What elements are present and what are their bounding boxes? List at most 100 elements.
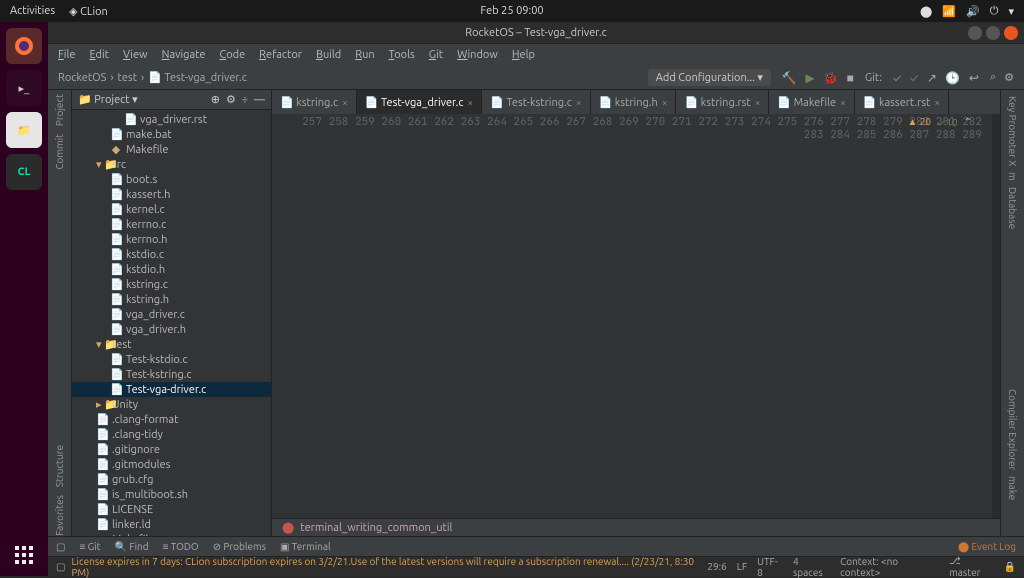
find-tool-tab[interactable]: 🔍 Find [115, 541, 149, 553]
close-tab-icon[interactable]: × [755, 97, 761, 108]
tree-item[interactable]: ▸ 📁Unity [72, 397, 271, 412]
menu-run[interactable]: Run [355, 49, 374, 61]
editor-tab[interactable]: 📄 kstring.h× [591, 90, 677, 114]
files-icon[interactable]: 📁 [6, 112, 42, 148]
tree-item[interactable]: 📄Test-kstdio.c [72, 352, 271, 367]
close-tab-icon[interactable]: × [467, 97, 473, 108]
bottom-hide-icon[interactable]: ▢ [56, 541, 65, 553]
tree-item[interactable]: 📄Test-kstring.c [72, 367, 271, 382]
menu-edit[interactable]: Edit [89, 49, 109, 61]
indent-setting[interactable]: 4 spaces [793, 556, 830, 578]
debug-icon[interactable]: 🐞 [823, 72, 838, 85]
database-tab[interactable]: Database [1007, 187, 1018, 229]
m-tab[interactable]: m [1007, 172, 1018, 181]
ok-indicator[interactable]: ✓ 10 [937, 117, 958, 128]
menu-code[interactable]: Code [219, 49, 245, 61]
lock-icon[interactable]: 🔒 [1004, 561, 1016, 573]
close-tab-icon[interactable]: × [662, 97, 668, 108]
key-promoter-tab[interactable]: Key Promoter X [1007, 96, 1018, 166]
menu-help[interactable]: Help [512, 49, 535, 61]
tree-item[interactable]: 📄vga_driver.h [72, 322, 271, 337]
terminal-icon[interactable]: ▸_ [6, 70, 42, 106]
tree-item[interactable]: 📄vga_driver.rst [72, 112, 271, 127]
menu-build[interactable]: Build [316, 49, 341, 61]
search-everywhere-icon[interactable]: ⌕ [990, 71, 996, 84]
tree-item[interactable]: 📄kerrno.h [72, 232, 271, 247]
tree-item[interactable]: ◆Makefile [72, 142, 271, 157]
line-ending[interactable]: LF [737, 561, 747, 572]
caret-position[interactable]: 29:6 [707, 561, 726, 572]
close-tab-icon[interactable]: × [934, 97, 940, 108]
tree-item[interactable]: 📄kstdio.c [72, 247, 271, 262]
run-icon[interactable]: ▶ [805, 72, 814, 85]
tree-item[interactable]: 📄linker.ld [72, 517, 271, 532]
file-encoding[interactable]: UTF-8 [757, 556, 783, 578]
tree-item[interactable]: 📄.gitmodules [72, 457, 271, 472]
collapse-icon[interactable]: ÷ [242, 94, 248, 106]
stop-icon[interactable]: ■ [847, 72, 854, 85]
event-log-tab[interactable]: ⬤ Event Log [958, 541, 1016, 553]
maximize-button[interactable] [986, 26, 1000, 40]
close-button[interactable] [1004, 26, 1018, 40]
editor-tab[interactable]: 📄 kassert.rst× [855, 90, 949, 114]
chevron-down-icon[interactable]: ▾ [1008, 5, 1014, 18]
warnings-indicator[interactable]: ▲ 20 [908, 116, 931, 128]
network-icon[interactable]: 📶 [942, 5, 956, 18]
editor-tab[interactable]: 📄 Makefile× [769, 90, 854, 114]
minimize-button[interactable] [968, 26, 982, 40]
menu-refactor[interactable]: Refactor [259, 49, 302, 61]
tree-item[interactable]: 📄boot.s [72, 172, 271, 187]
add-configuration-button[interactable]: Add Configuration... ▾ [648, 69, 771, 86]
menu-view[interactable]: View [123, 49, 148, 61]
commit-tool-tab[interactable]: Commit [54, 134, 65, 170]
git-update-icon[interactable]: ✓ [893, 72, 901, 85]
cmake-context[interactable]: Context: <no context> [840, 556, 939, 578]
menu-file[interactable]: File [58, 49, 75, 61]
tree-item[interactable]: 📄LICENSE [72, 502, 271, 517]
settings-icon[interactable]: ⚙ [1004, 71, 1014, 84]
close-tab-icon[interactable]: × [840, 97, 846, 108]
editor-tab[interactable]: 📄 kstring.rst× [676, 90, 769, 114]
apps-grid-icon[interactable] [15, 546, 33, 564]
tree-item[interactable]: 📄is_multiboot.sh [72, 487, 271, 502]
tree-item[interactable]: ▾ 📁src [72, 157, 271, 172]
tray-icon[interactable]: ⬤ [920, 5, 932, 18]
tree-item[interactable]: 📄make.bat [72, 127, 271, 142]
tree-item[interactable]: 📄kerrno.c [72, 217, 271, 232]
tree-item[interactable]: 📄.gitignore [72, 442, 271, 457]
settings-gear-icon[interactable]: ⚙ [226, 93, 236, 106]
git-history-icon[interactable]: 🕒 [945, 72, 960, 85]
terminal-tool-tab[interactable]: ▣ Terminal [280, 541, 331, 553]
chevron-icon[interactable]: ⌃ [964, 116, 972, 128]
app-indicator[interactable]: ◈ CLion [69, 5, 108, 18]
close-tab-icon[interactable]: × [576, 97, 582, 108]
code-editor[interactable]: terminal_write_color_util("Hello", VGA_C… [992, 114, 1000, 518]
hide-icon[interactable]: — [254, 94, 265, 106]
tree-item[interactable]: ▾ 📁test [72, 337, 271, 352]
git-branch[interactable]: ⎇ master [949, 555, 993, 578]
menu-navigate[interactable]: Navigate [162, 49, 206, 61]
tree-item[interactable]: 📄kstring.h [72, 292, 271, 307]
tree-item[interactable]: 📄Test-vga-driver.c [72, 382, 271, 397]
power-icon[interactable]: ⏻ [990, 5, 999, 18]
close-tab-icon[interactable]: × [342, 97, 348, 108]
project-tool-tab[interactable]: Project [54, 94, 65, 126]
tree-item[interactable]: 📄.clang-tidy [72, 427, 271, 442]
menu-tools[interactable]: Tools [389, 49, 415, 61]
tree-item[interactable]: 📄grub.cfg [72, 472, 271, 487]
clion-icon[interactable]: CL [6, 154, 42, 190]
todo-tool-tab[interactable]: ≡ TODO [163, 541, 199, 553]
tree-item[interactable]: 📄.clang-format [72, 412, 271, 427]
tree-item[interactable]: 📄kassert.h [72, 187, 271, 202]
clock[interactable]: Feb 25 09:00 [480, 5, 543, 17]
activities-label[interactable]: Activities [10, 5, 55, 17]
editor-tab[interactable]: 📄 Test-vga_driver.c× [357, 90, 482, 114]
tree-item[interactable]: 📄kernel.c [72, 202, 271, 217]
favorites-tool-tab[interactable]: Favorites [54, 495, 65, 536]
make-tab[interactable]: make [1007, 476, 1018, 500]
compiler-explorer-tab[interactable]: Compiler Explorer [1007, 389, 1018, 470]
git-commit-icon[interactable]: ✓ [910, 72, 918, 85]
line-gutter[interactable]: 257 258 259 260 261 262 263 264 265 266 … [272, 114, 992, 518]
tree-item[interactable]: 📄vga_driver.c [72, 307, 271, 322]
target-icon[interactable]: ⊕ [211, 93, 220, 106]
